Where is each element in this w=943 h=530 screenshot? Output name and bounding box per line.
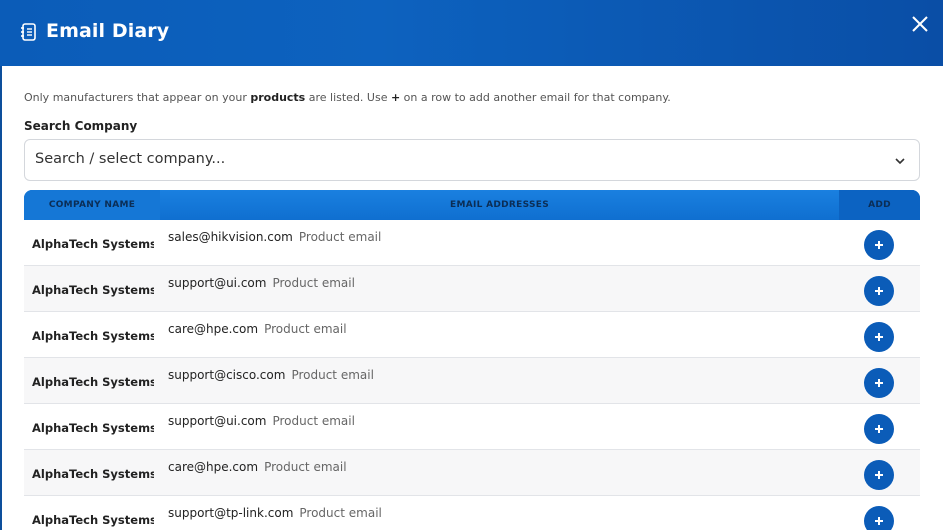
plus-icon <box>875 379 883 387</box>
plus-icon <box>875 287 883 295</box>
table-row: AlphaTech Systems support@tp-link.com Pro… <box>24 496 920 530</box>
email-address-text: care@hpe.com <box>168 322 259 336</box>
email-address: care@hpe.com Product email <box>168 460 347 474</box>
help-text: Only manufacturers that appear on your p… <box>24 91 671 104</box>
email-address-text: support@tp-link.com <box>168 506 294 520</box>
column-header-add: ADD <box>839 190 920 220</box>
help-text-bold-plus: + <box>390 91 401 104</box>
company-select[interactable]: Search / select company... <box>24 139 920 181</box>
table-body: AlphaTech Systems sales@hikvision.com Pro… <box>24 220 920 530</box>
email-tag: Product email <box>298 230 382 244</box>
email-tag: Product email <box>291 368 374 382</box>
email-address-text: sales@hikvision.com <box>168 230 293 244</box>
email-address: support@cisco.com Product email <box>168 368 374 382</box>
email-address-text: support@cisco.com <box>168 368 286 382</box>
table-row: AlphaTech Systems support@cisco.com Produ… <box>24 358 920 404</box>
add-email-button[interactable] <box>864 276 894 306</box>
email-address: support@tp-link.com Product email <box>168 506 382 520</box>
dialog-title: Email Diary <box>46 20 170 42</box>
add-email-button[interactable] <box>864 414 894 444</box>
help-text-bold-products: products <box>250 91 306 104</box>
email-tag: Product email <box>264 322 347 336</box>
company-name: AlphaTech Systems <box>32 375 154 389</box>
email-address: support@ui.com Product email <box>168 276 355 290</box>
add-email-button[interactable] <box>864 460 894 490</box>
email-address-text: support@ui.com <box>168 414 267 428</box>
dialog-header: Email Diary <box>0 0 943 66</box>
chevron-down-icon <box>895 158 905 165</box>
company-name: AlphaTech Systems <box>32 329 154 343</box>
search-company-label: Search Company <box>24 119 138 133</box>
email-address: support@ui.com Product email <box>168 414 355 428</box>
column-header-emails: EMAIL ADDRESSES <box>160 190 839 220</box>
help-text-part1: Only manufacturers that appear on your <box>24 91 251 104</box>
email-address-text: care@hpe.com <box>168 460 259 474</box>
add-email-button[interactable] <box>864 506 894 530</box>
help-text-part2: are listed. Use <box>305 91 391 104</box>
help-text-part3: on a row to add another email for that c… <box>400 91 671 104</box>
table-row: AlphaTech Systems support@ui.com Product … <box>24 266 920 312</box>
company-name: AlphaTech Systems <box>32 421 154 435</box>
add-email-button[interactable] <box>864 368 894 398</box>
company-name: AlphaTech Systems <box>32 467 154 481</box>
company-name: AlphaTech Systems <box>32 237 154 251</box>
email-address-text: support@ui.com <box>168 276 267 290</box>
dialog-edge <box>0 66 2 530</box>
company-name: AlphaTech Systems <box>32 283 154 297</box>
email-tag: Product email <box>272 276 355 290</box>
email-tag: Product email <box>299 506 382 520</box>
company-name: AlphaTech Systems <box>32 513 154 527</box>
email-tag: Product email <box>272 414 355 428</box>
notebook-icon <box>21 23 36 41</box>
plus-icon <box>875 425 883 433</box>
add-email-button[interactable] <box>864 230 894 260</box>
plus-icon <box>875 241 883 249</box>
table-row: AlphaTech Systems sales@hikvision.com Pro… <box>24 220 920 266</box>
plus-icon <box>875 333 883 341</box>
plus-icon <box>875 517 883 525</box>
email-tag: Product email <box>264 460 347 474</box>
email-address: sales@hikvision.com Product email <box>168 230 381 244</box>
table-header: COMPANY NAME EMAIL ADDRESSES ADD <box>24 190 920 220</box>
table-row: AlphaTech Systems care@hpe.com Product em… <box>24 450 920 496</box>
close-icon[interactable] <box>908 12 932 36</box>
company-select-placeholder: Search / select company... <box>35 151 226 167</box>
column-header-company: COMPANY NAME <box>24 190 160 220</box>
table-row: AlphaTech Systems support@ui.com Product … <box>24 404 920 450</box>
table-row: AlphaTech Systems care@hpe.com Product em… <box>24 312 920 358</box>
plus-icon <box>875 471 883 479</box>
email-address: care@hpe.com Product email <box>168 322 347 336</box>
add-email-button[interactable] <box>864 322 894 352</box>
